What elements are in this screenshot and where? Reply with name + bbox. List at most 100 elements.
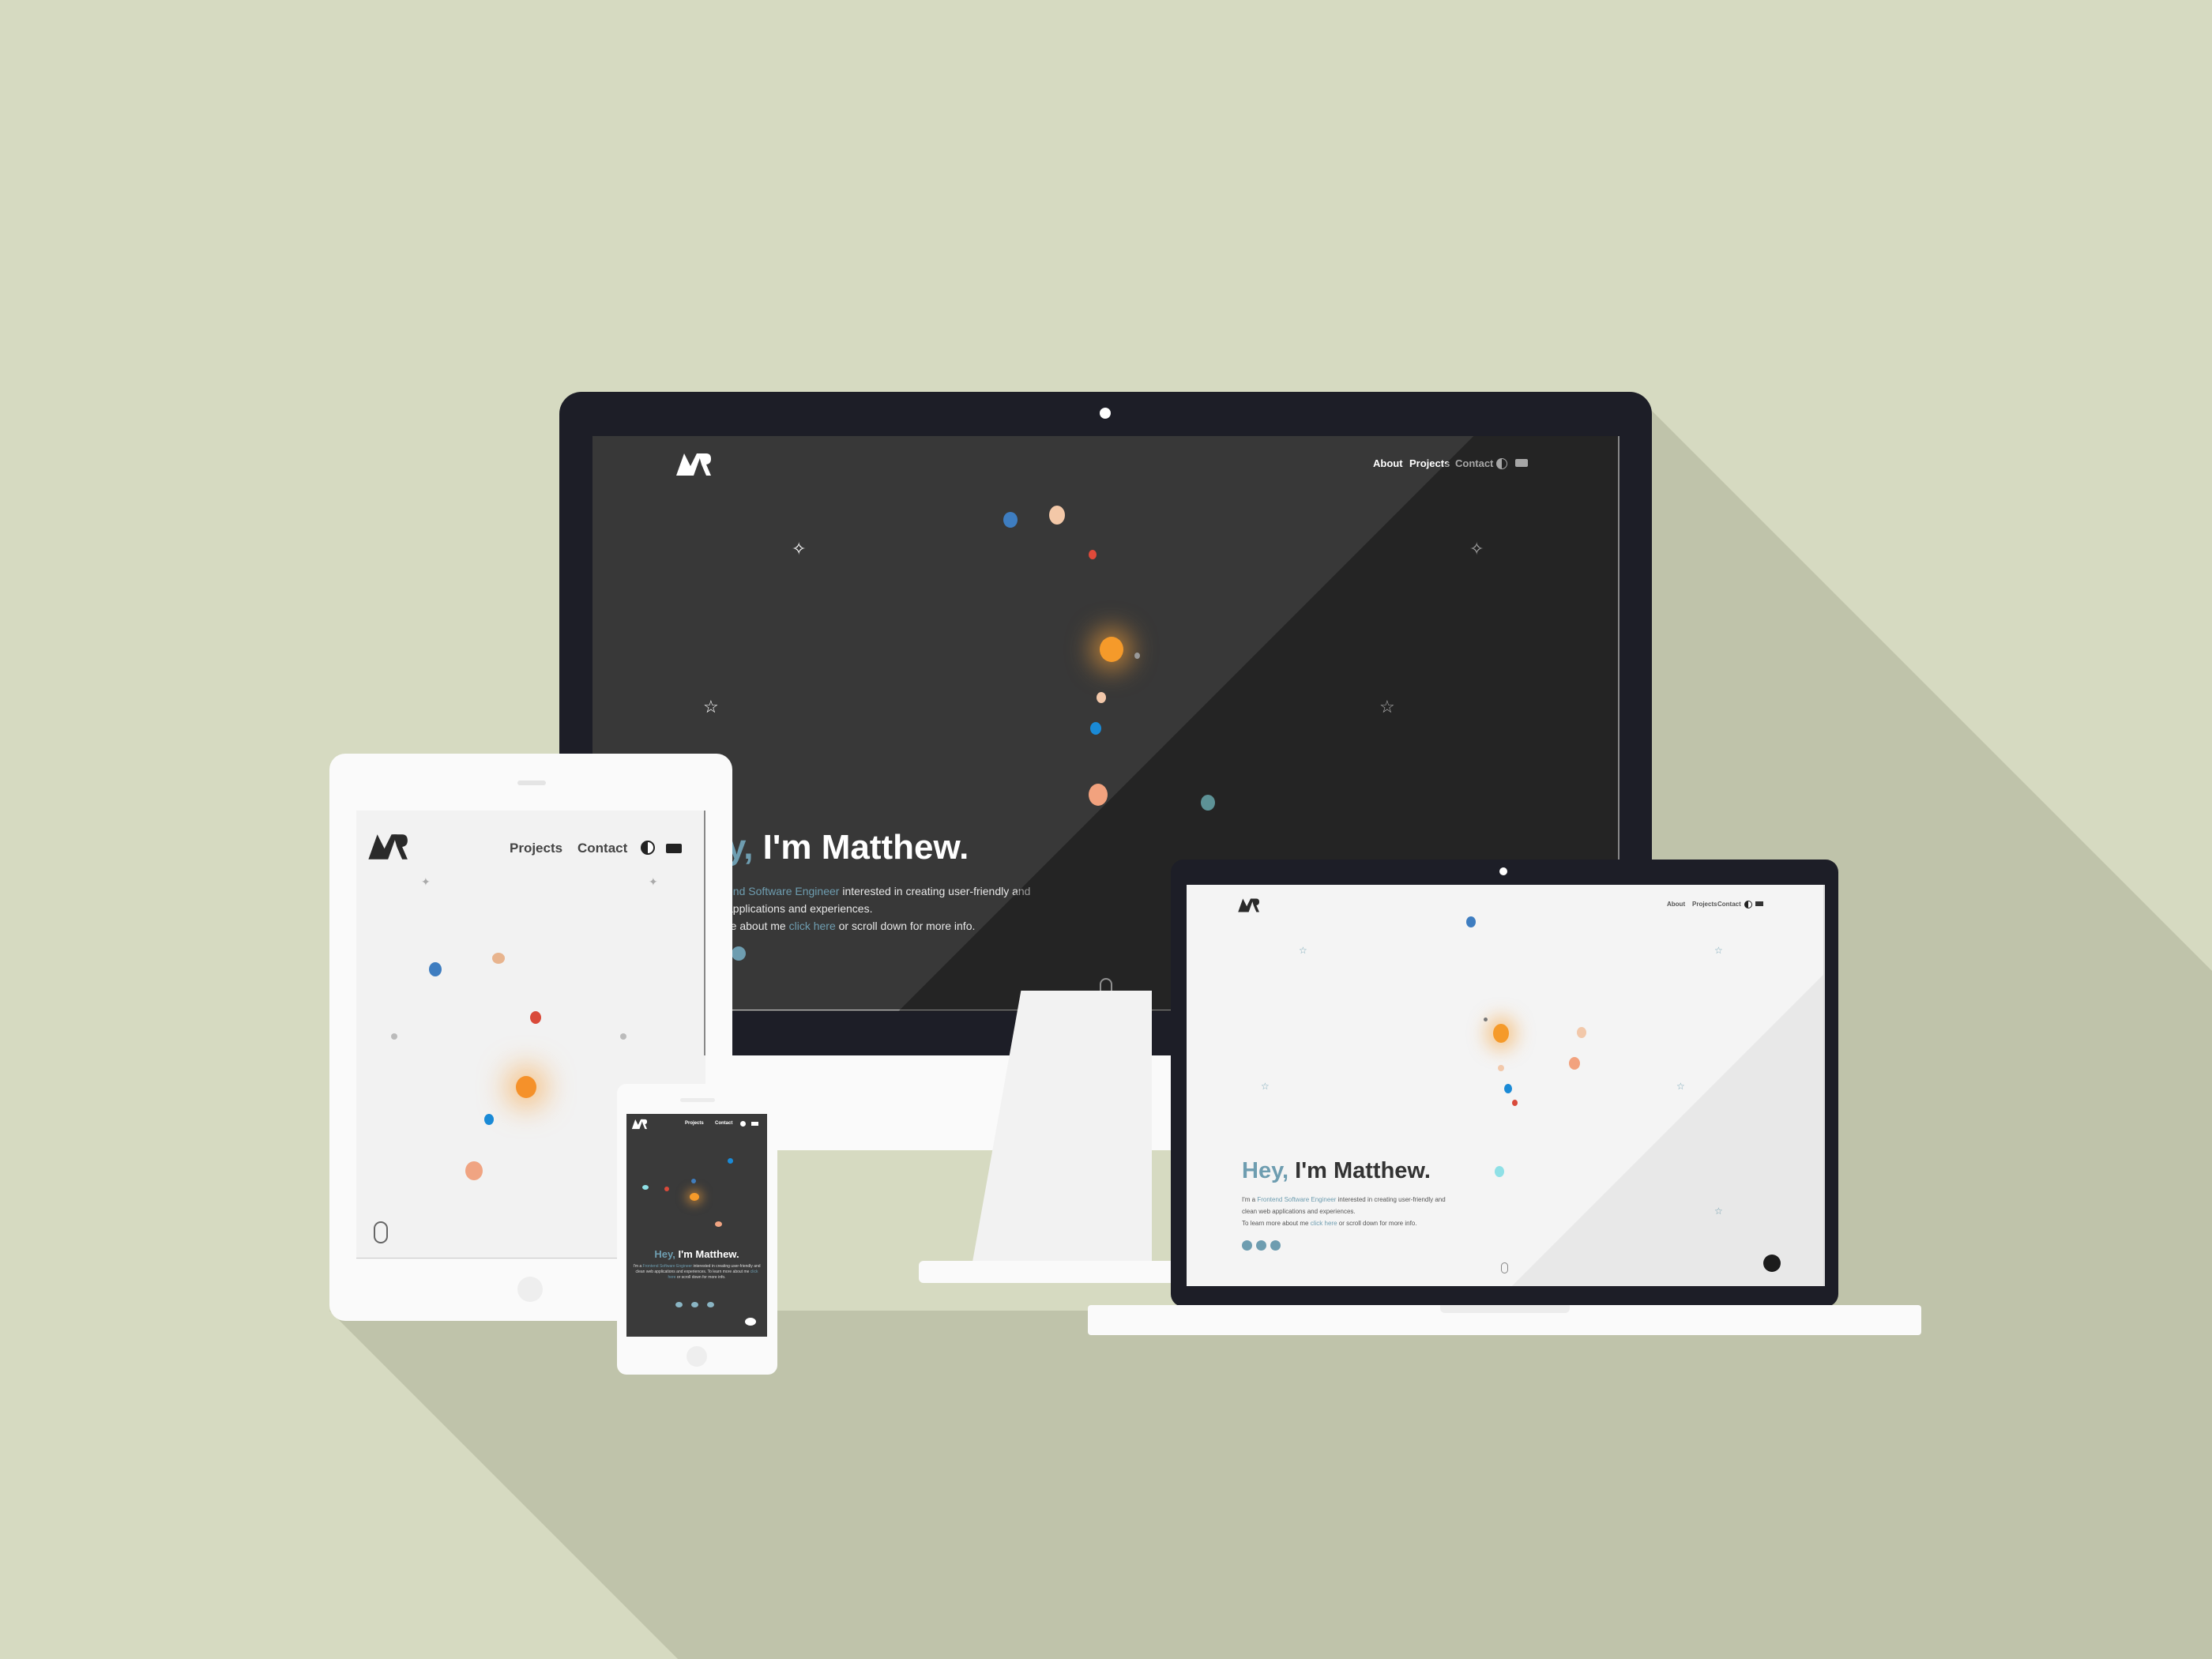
planet: [1504, 1084, 1512, 1093]
contrast-icon[interactable]: [641, 841, 655, 855]
language-icon[interactable]: [751, 1122, 758, 1126]
planet: [620, 1033, 626, 1040]
linkedin-icon[interactable]: [1256, 1240, 1266, 1251]
nav-projects[interactable]: Projects: [510, 841, 562, 856]
nav-about[interactable]: About: [1373, 457, 1403, 469]
nav-contact[interactable]: Contact: [715, 1121, 732, 1126]
sparkle-icon: ✧: [1469, 539, 1484, 559]
planet: [664, 1187, 669, 1191]
logo-mark-icon: [676, 453, 711, 476]
hero-line-2: clean web applications and experiences.: [1242, 1208, 1356, 1215]
social-icon[interactable]: [732, 946, 746, 961]
laptop-notch: [1440, 1305, 1570, 1313]
contrast-icon[interactable]: [1496, 458, 1507, 469]
laptop-device: About Projects Contact ☆ ☆ ☆ ☆ ☆ Hey, I'…: [1171, 860, 1838, 1307]
logo-mark-icon: [368, 834, 408, 860]
hero-line-1-text: interested in creating user-friendly and: [842, 885, 1031, 897]
scrollbar[interactable]: [704, 811, 705, 1055]
nav-about[interactable]: About: [1667, 901, 1685, 908]
hero-title: Hey, I'm Matthew.: [1242, 1158, 1431, 1184]
hero-line-3-suffix: or scroll down for more info.: [1338, 1220, 1417, 1227]
planet: [492, 953, 505, 964]
hero-line-3-suffix: or scroll down for more info.: [838, 920, 976, 932]
nav-contact[interactable]: Contact: [577, 841, 627, 856]
nav-contact[interactable]: Contact: [1455, 457, 1493, 469]
linkedin-icon[interactable]: [691, 1302, 698, 1307]
contrast-icon[interactable]: [1744, 901, 1752, 908]
hero-name: I'm Matthew.: [1295, 1158, 1431, 1183]
phone-home-button[interactable]: [687, 1346, 707, 1367]
planet: [1089, 784, 1108, 806]
star-icon: ☆: [1714, 945, 1723, 956]
planet: [1090, 722, 1101, 735]
contrast-icon[interactable]: [740, 1121, 746, 1127]
sun: [690, 1193, 699, 1201]
sun: [1100, 637, 1123, 662]
sun: [1493, 1024, 1509, 1043]
hero-line-3: re about me click here or scroll down fo…: [727, 920, 975, 932]
hero-role: Frontend Software Engineer: [1257, 1196, 1337, 1203]
star-icon: ☆: [1379, 697, 1395, 717]
hero-greeting: Hey,: [654, 1248, 675, 1260]
hero-role: end Software Engineer: [727, 885, 840, 897]
github-icon[interactable]: [1242, 1240, 1252, 1251]
logo-mark-icon: [1238, 898, 1259, 912]
planet: [391, 1033, 397, 1040]
language-icon[interactable]: [1755, 901, 1763, 906]
nav-contact[interactable]: Contact: [1717, 901, 1741, 908]
laptop-camera: [1499, 867, 1507, 875]
logo[interactable]: [630, 1119, 649, 1130]
hero-line-3-prefix: re about me: [727, 920, 786, 932]
star-icon: ☆: [1676, 1081, 1685, 1092]
planet: [1089, 550, 1097, 559]
tablet-home-button[interactable]: [517, 1277, 543, 1302]
planet: [530, 1011, 541, 1024]
nav-projects[interactable]: Projects: [1409, 457, 1450, 469]
hero-line-1-prefix: I'm a: [1242, 1196, 1256, 1203]
planet: [1495, 1166, 1504, 1177]
monitor-camera: [1100, 408, 1111, 419]
planet: [642, 1185, 649, 1190]
hero-title: Hey, I'm Matthew.: [626, 1248, 767, 1260]
hero-link[interactable]: click here: [789, 920, 836, 932]
planet: [1201, 795, 1215, 811]
nav-projects[interactable]: Projects: [685, 1121, 704, 1126]
hero-line-3-prefix: To learn more about me: [707, 1270, 750, 1274]
language-icon[interactable]: [666, 844, 682, 853]
logo[interactable]: [1237, 897, 1259, 913]
hero-role: Frontend Software Engineer: [642, 1264, 693, 1269]
hero-link[interactable]: click here: [1311, 1220, 1337, 1227]
github-icon[interactable]: [675, 1302, 683, 1307]
sun: [516, 1076, 536, 1098]
hero-line-2: clean web applications and experiences.: [635, 1270, 707, 1274]
star-icon: ☆: [703, 697, 719, 717]
hero-line-1-text: interested in creating user-friendly and: [1337, 1196, 1446, 1203]
hero-line-2: applications and experiences.: [727, 902, 873, 915]
planet: [465, 1161, 483, 1180]
hero-line-1-text: interested in creating user-friendly and: [693, 1264, 761, 1269]
hero-body: I'm a Frontend Software Engineer interes…: [631, 1264, 762, 1281]
planet: [1498, 1065, 1504, 1071]
logo[interactable]: [675, 452, 711, 477]
hero-line-3-prefix: To learn more about me: [1242, 1220, 1309, 1227]
star-icon: ☆: [1714, 1206, 1723, 1217]
moon: [1484, 1018, 1488, 1021]
scroll-mouse-icon[interactable]: [1501, 1262, 1508, 1273]
logo[interactable]: [363, 833, 412, 861]
resume-icon[interactable]: [1270, 1240, 1281, 1251]
chat-icon[interactable]: [745, 1318, 756, 1326]
nav-projects[interactable]: Projects: [1692, 901, 1717, 908]
resume-icon[interactable]: [707, 1302, 714, 1307]
language-icon[interactable]: [1515, 459, 1528, 467]
planet: [691, 1179, 696, 1183]
logo-mark-icon: [631, 1119, 648, 1130]
phone-device: Projects Contact Hey, I'm Matthew. I'm a…: [617, 1084, 777, 1375]
hero-line-1: end Software Engineer interested in crea…: [727, 885, 1030, 897]
star-icon: ☆: [1261, 1081, 1270, 1092]
scroll-mouse-icon[interactable]: [374, 1221, 388, 1243]
sparkle-icon: ✦: [421, 875, 431, 888]
chat-icon[interactable]: [1763, 1255, 1781, 1272]
planet: [1569, 1057, 1580, 1070]
planet: [429, 962, 442, 976]
sparkle-icon: ✧: [792, 539, 807, 559]
